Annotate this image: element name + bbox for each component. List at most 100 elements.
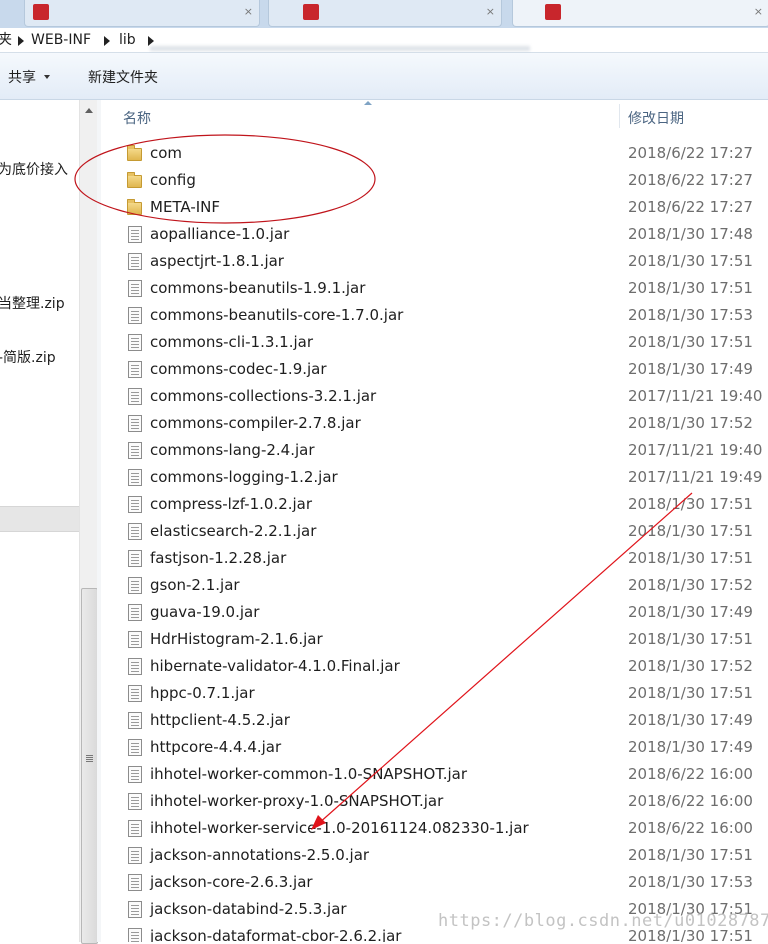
table-row[interactable]: commons-beanutils-1.9.1.jar 2018/1/30 17:… <box>101 275 768 302</box>
tab-favicon-icon <box>33 4 49 20</box>
table-row[interactable]: ihhotel-worker-proxy-1.0-SNAPSHOT.jar 201… <box>101 788 768 815</box>
scroll-up-arrow-icon[interactable] <box>85 108 93 113</box>
column-header-name[interactable]: 名称 <box>123 108 151 128</box>
modified-date: 2018/1/30 17:52 <box>628 414 753 432</box>
table-row[interactable]: hppc-0.7.1.jar 2018/1/30 17:51 <box>101 680 768 707</box>
nav-item[interactable]: 当整理.zip <box>0 293 65 313</box>
breadcrumb-item[interactable]: 夹 <box>0 28 12 52</box>
file-name[interactable]: httpcore-4.4.4.jar <box>150 738 281 756</box>
file-name[interactable]: commons-beanutils-core-1.7.0.jar <box>150 306 403 324</box>
table-row[interactable]: commons-compiler-2.7.8.jar 2018/1/30 17:5… <box>101 410 768 437</box>
table-row[interactable]: httpclient-4.5.2.jar 2018/1/30 17:49 <box>101 707 768 734</box>
file-name[interactable]: META-INF <box>150 198 220 216</box>
table-row[interactable]: META-INF 2018/6/22 17:27 <box>101 194 768 221</box>
file-name[interactable]: HdrHistogram-2.1.6.jar <box>150 630 323 648</box>
file-name[interactable]: commons-lang-2.4.jar <box>150 441 315 459</box>
scrollbar-thumb[interactable] <box>81 588 98 944</box>
file-name[interactable]: jackson-annotations-2.5.0.jar <box>150 846 369 864</box>
file-name[interactable]: fastjson-1.2.28.jar <box>150 549 286 567</box>
breadcrumb-arrow-icon[interactable] <box>104 36 110 46</box>
table-row[interactable]: commons-beanutils-core-1.7.0.jar 2018/1/3… <box>101 302 768 329</box>
file-name[interactable]: elasticsearch-2.2.1.jar <box>150 522 316 540</box>
file-name[interactable]: gson-2.1.jar <box>150 576 240 594</box>
table-row[interactable]: guava-19.0.jar 2018/1/30 17:49 <box>101 599 768 626</box>
modified-date: 2018/1/30 17:49 <box>628 603 753 621</box>
browser-tab-active[interactable]: × <box>512 0 768 27</box>
table-row[interactable]: commons-collections-3.2.1.jar 2017/11/21 … <box>101 383 768 410</box>
file-name[interactable]: aspectjrt-1.8.1.jar <box>150 252 284 270</box>
table-row[interactable]: compress-lzf-1.0.2.jar 2018/1/30 17:51 <box>101 491 768 518</box>
table-row[interactable]: hibernate-validator-4.1.0.Final.jar 2018/… <box>101 653 768 680</box>
table-row[interactable]: config 2018/6/22 17:27 <box>101 167 768 194</box>
table-row[interactable]: aspectjrt-1.8.1.jar 2018/1/30 17:51 <box>101 248 768 275</box>
table-row[interactable]: ihhotel-worker-common-1.0-SNAPSHOT.jar 20… <box>101 761 768 788</box>
file-name[interactable]: compress-lzf-1.0.2.jar <box>150 495 312 513</box>
tab-close-icon[interactable]: × <box>486 5 495 18</box>
file-name[interactable]: ihhotel-worker-proxy-1.0-SNAPSHOT.jar <box>150 792 443 810</box>
file-name[interactable]: hibernate-validator-4.1.0.Final.jar <box>150 657 400 675</box>
file-name[interactable]: guava-19.0.jar <box>150 603 259 621</box>
file-name[interactable]: commons-compiler-2.7.8.jar <box>150 414 361 432</box>
modified-date: 2018/1/30 17:51 <box>628 549 753 567</box>
jar-file-icon <box>128 847 142 864</box>
file-name[interactable]: commons-cli-1.3.1.jar <box>150 333 313 351</box>
jar-file-icon <box>128 388 142 405</box>
column-separator[interactable] <box>619 104 620 128</box>
table-row[interactable]: gson-2.1.jar 2018/1/30 17:52 <box>101 572 768 599</box>
browser-tab-strip: × × × <box>0 0 768 29</box>
breadcrumb-item[interactable]: WEB-INF <box>31 28 91 52</box>
nav-item[interactable]: -简版.zip <box>0 347 56 367</box>
column-header-date[interactable]: 修改日期 <box>628 108 684 128</box>
table-row[interactable]: commons-codec-1.9.jar 2018/1/30 17:49 <box>101 356 768 383</box>
breadcrumb-arrow-icon[interactable] <box>148 36 154 46</box>
table-row[interactable]: HdrHistogram-2.1.6.jar 2018/1/30 17:51 <box>101 626 768 653</box>
breadcrumb[interactable]: 夹 WEB-INF lib <box>0 28 768 53</box>
browser-tab[interactable]: × <box>24 0 260 27</box>
file-list: 名称 修改日期 com 2018/6/22 17:27 config 2018/6/2… <box>101 100 768 942</box>
navigation-pane: 为底价接入 当整理.zip -简版.zip <box>0 100 79 942</box>
table-row[interactable]: com 2018/6/22 17:27 <box>101 140 768 167</box>
tab-close-icon[interactable]: × <box>754 5 763 18</box>
nav-item[interactable]: 为底价接入 <box>0 159 68 179</box>
table-row[interactable]: aopalliance-1.0.jar 2018/1/30 17:48 <box>101 221 768 248</box>
chevron-down-icon[interactable] <box>44 75 50 79</box>
table-row[interactable]: commons-logging-1.2.jar 2017/11/21 19:49 <box>101 464 768 491</box>
table-row[interactable]: httpcore-4.4.4.jar 2018/1/30 17:49 <box>101 734 768 761</box>
modified-date: 2018/1/30 17:51 <box>628 846 753 864</box>
table-row[interactable]: jackson-annotations-2.5.0.jar 2018/1/30 1… <box>101 842 768 869</box>
file-name[interactable]: jackson-dataformat-cbor-2.6.2.jar <box>150 927 401 942</box>
breadcrumb-item[interactable]: lib <box>119 28 136 52</box>
file-name[interactable]: jackson-core-2.6.3.jar <box>150 873 313 891</box>
modified-date: 2018/6/22 16:00 <box>628 819 753 837</box>
tab-close-icon[interactable]: × <box>244 5 253 18</box>
file-name[interactable]: httpclient-4.5.2.jar <box>150 711 290 729</box>
table-row[interactable]: ihhotel-worker-service-1.0-20161124.0823… <box>101 815 768 842</box>
breadcrumb-arrow-icon[interactable] <box>18 36 24 46</box>
file-name[interactable]: hppc-0.7.1.jar <box>150 684 255 702</box>
file-name[interactable]: commons-logging-1.2.jar <box>150 468 338 486</box>
jar-file-icon <box>128 631 142 648</box>
file-name[interactable]: com <box>150 144 182 162</box>
jar-file-icon <box>128 307 142 324</box>
file-name[interactable]: commons-collections-3.2.1.jar <box>150 387 376 405</box>
file-name[interactable]: ihhotel-worker-service-1.0-20161124.0823… <box>150 819 529 837</box>
table-row[interactable]: commons-cli-1.3.1.jar 2018/1/30 17:51 <box>101 329 768 356</box>
new-folder-button[interactable]: 新建文件夹 <box>88 67 158 87</box>
file-name[interactable]: jackson-databind-2.5.3.jar <box>150 900 347 918</box>
table-row[interactable]: commons-lang-2.4.jar 2017/11/21 19:40 <box>101 437 768 464</box>
modified-date: 2018/1/30 17:51 <box>628 522 753 540</box>
modified-date: 2018/6/22 16:00 <box>628 792 753 810</box>
browser-tab[interactable]: × <box>268 0 502 27</box>
jar-file-icon <box>128 334 142 351</box>
file-name[interactable]: commons-beanutils-1.9.1.jar <box>150 279 365 297</box>
file-name[interactable]: aopalliance-1.0.jar <box>150 225 289 243</box>
table-row[interactable]: jackson-core-2.6.3.jar 2018/1/30 17:53 <box>101 869 768 896</box>
nav-scrollbar[interactable] <box>79 100 98 944</box>
table-row[interactable]: elasticsearch-2.2.1.jar 2018/1/30 17:51 <box>101 518 768 545</box>
file-name[interactable]: commons-codec-1.9.jar <box>150 360 327 378</box>
modified-date: 2018/6/22 16:00 <box>628 765 753 783</box>
share-button[interactable]: 共享 <box>8 67 36 87</box>
file-name[interactable]: ihhotel-worker-common-1.0-SNAPSHOT.jar <box>150 765 467 783</box>
table-row[interactable]: fastjson-1.2.28.jar 2018/1/30 17:51 <box>101 545 768 572</box>
file-name[interactable]: config <box>150 171 196 189</box>
